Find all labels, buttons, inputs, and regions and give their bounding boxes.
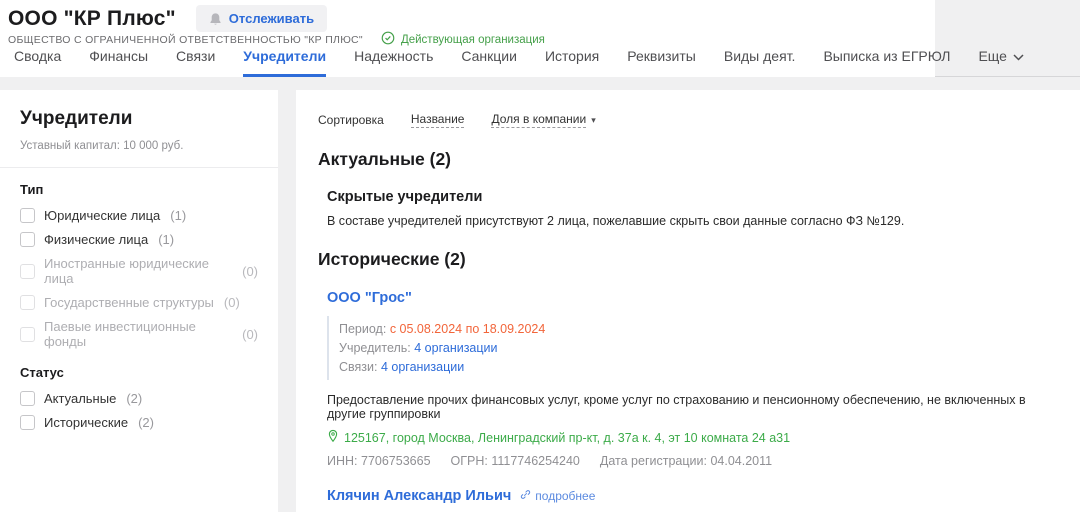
inn-value: 7706753665 [361,454,431,468]
chevron-down-icon [1013,48,1024,64]
connections-row: Связи: 4 организации [339,360,1080,374]
address-row: 125167, город Москва, Ленинградский пр-к… [327,429,1080,446]
filter-group-status-label: Статус [20,365,258,380]
address-text: 125167, город Москва, Ленинградский пр-к… [344,431,790,445]
checkbox-icon [20,232,35,247]
tab-finansy[interactable]: Финансы [89,39,148,76]
tab-rekvizity[interactable]: Реквизиты [627,39,696,76]
filters-sidebar: Учредители Уставный капитал: 10 000 руб.… [0,90,278,512]
reg-date-pair: Дата регистрации: 04.04.2011 [600,454,772,468]
checkbox-legal-entities[interactable]: Юридические лица (1) [20,208,258,223]
founder-name-link[interactable]: ООО "Грос" [327,290,412,306]
checkbox-foreign-entities: Иностранные юридические лица (0) [20,256,258,286]
tab-vypiska-egrul[interactable]: Выписка из ЕГРЮЛ [823,39,950,76]
checkbox-investment-funds: Паевые инвестиционные фонды (0) [20,319,258,349]
tab-bar: Сводка Финансы Связи Учредители Надежнос… [14,39,1024,76]
charter-capital: Уставный капитал: 10 000 руб. [20,140,258,152]
follow-button-label: Отслеживать [229,11,314,26]
caret-down-icon: ▾ [591,115,596,126]
sort-label: Сортировка [318,113,384,127]
checkbox-icon [20,327,35,342]
founder-item-gros: ООО "Грос" Период: с 05.08.2024 по 18.09… [327,290,1080,468]
sort-controls: Сортировка Название Доля в компании ▾ [318,112,1080,128]
company-header: ООО "КР Плюс" Отслеживать ОБЩЕСТВО С ОГР… [0,0,1080,77]
tab-istoriya[interactable]: История [545,39,599,76]
checkbox-icon [20,264,35,279]
ogrn-pair: ОГРН: 1117746254240 [451,454,580,468]
reg-date-value: 04.04.2011 [710,454,772,468]
checkbox-state-structures: Государственные структуры (0) [20,295,258,310]
follow-button[interactable]: Отслеживать [196,5,327,32]
founder-name-link[interactable]: Клячин Александр Ильич [327,488,511,504]
inn-pair: ИНН: 7706753665 [327,454,431,468]
hidden-founders-title: Скрытые учредители [327,189,1080,205]
tab-nadezhnost[interactable]: Надежность [354,39,433,76]
founders-content: Сортировка Название Доля в компании ▾ Ак… [296,90,1080,512]
checkbox-icon [20,295,35,310]
sort-by-name[interactable]: Название [411,112,465,128]
checkbox-historical[interactable]: Исторические (2) [20,415,258,430]
bell-icon [209,12,222,26]
tab-svodka[interactable]: Сводка [14,39,61,76]
tab-vidy-deyat[interactable]: Виды деят. [724,39,796,76]
hidden-founders-text: В составе учредителей присутствуют 2 лиц… [327,214,1080,228]
sort-by-share[interactable]: Доля в компании ▾ [491,112,595,128]
checkbox-actual[interactable]: Актуальные (2) [20,391,258,406]
ogrn-value: 1117746254240 [491,454,580,468]
hidden-founders-block: Скрытые учредители В составе учредителей… [327,189,1080,228]
sidebar-title: Учредители [20,108,258,130]
checkbox-icon [20,391,35,406]
checkbox-icon [20,415,35,430]
historical-section-heading: Исторические (2) [318,249,1080,270]
checkbox-icon [20,208,35,223]
filter-group-type-label: Тип [20,182,258,197]
tab-sankcii[interactable]: Санкции [461,39,517,76]
tab-svyazi[interactable]: Связи [176,39,215,76]
founder-item-klyachin: Клячин Александр Ильич подробнее Период:… [327,488,1080,512]
period-row: Период: с 05.08.2024 по 18.09.2024 [339,322,1080,336]
founder-details: Период: с 05.08.2024 по 18.09.2024 Учред… [327,316,1080,380]
actual-section-heading: Актуальные (2) [318,149,1080,170]
connections-link[interactable]: 4 организации [381,360,464,374]
founder-of-link[interactable]: 4 организации [414,341,497,355]
more-details-link[interactable]: подробнее [520,489,595,503]
founder-of-row: Учредитель: 4 организации [339,341,1080,355]
period-value: с 05.08.2024 по 18.09.2024 [390,322,546,336]
location-pin-icon [327,429,339,446]
link-icon [520,489,531,503]
tab-uchrediteli[interactable]: Учредители [243,39,326,76]
registry-row: ИНН: 7706753665 ОГРН: 1117746254240 Дата… [327,454,1080,468]
page-title: ООО "КР Плюс" [8,7,176,31]
activity-description: Предоставление прочих финансовых услуг, … [327,393,1080,421]
tab-more[interactable]: Еще [978,39,1024,76]
sidebar-divider [0,167,278,168]
checkbox-individuals[interactable]: Физические лица (1) [20,232,258,247]
